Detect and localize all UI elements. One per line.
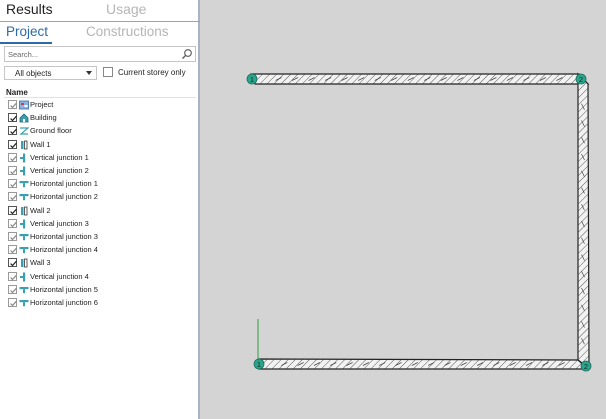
tree-item-checkbox[interactable] — [8, 113, 17, 123]
tree-item-checkbox[interactable] — [8, 166, 17, 175]
tree-item-label: Wall 2 — [30, 205, 51, 215]
node-label: 2 — [579, 75, 583, 84]
tree-item[interactable]: Vertical junction 3 — [6, 218, 196, 231]
object-filter-dropdown[interactable]: All objects — [4, 66, 97, 80]
vertical-junction-icon — [20, 166, 26, 176]
tree-item[interactable]: Vertical junction 4 — [6, 271, 196, 284]
tree-item[interactable]: Project — [6, 99, 196, 112]
tree-item-checkbox[interactable] — [8, 284, 17, 294]
tree-item-label: Wall 3 — [30, 258, 51, 268]
tree-item[interactable]: Vertical junction 2 — [6, 165, 196, 178]
building-icon — [19, 113, 29, 123]
horizontal-junction-icon — [19, 286, 29, 293]
tree-item-label: Horizontal junction 4 — [30, 245, 98, 255]
tree-item-label: Vertical junction 3 — [30, 218, 89, 228]
tree-item-label: Vertical junction 1 — [30, 152, 89, 162]
tree-item-checkbox[interactable] — [8, 298, 17, 307]
node-top-right[interactable]: 2 — [575, 73, 587, 85]
tree-item-label: Vertical junction 4 — [30, 271, 89, 281]
tree-item[interactable]: Wall 3 — [6, 257, 196, 270]
tree-item-checkbox[interactable] — [8, 232, 17, 241]
tree-item-label: Horizontal junction 3 — [30, 232, 98, 241]
tree-item-label: Horizontal junction 5 — [30, 284, 98, 294]
tree-item-label: Wall 1 — [30, 139, 51, 149]
tree-item[interactable]: Horizontal junction 4 — [6, 244, 196, 257]
node-label: 2 — [584, 362, 588, 371]
tree-item[interactable]: Ground floor — [6, 125, 196, 138]
tree-item[interactable]: Horizontal junction 5 — [6, 284, 196, 297]
horizontal-junction-icon — [19, 194, 29, 201]
tree-item-checkbox[interactable] — [8, 139, 17, 149]
filter-row: All objects Current storey only — [4, 66, 198, 80]
tab-project[interactable]: Project — [6, 24, 48, 39]
search-box — [4, 46, 196, 62]
horizontal-junction-icon — [19, 181, 29, 188]
tabs-divider — [0, 21, 200, 22]
wall-1[interactable] — [250, 73, 590, 85]
wall-icon — [21, 206, 28, 215]
node-bottom-right[interactable]: 2 — [580, 360, 592, 372]
vertical-junction-icon — [20, 153, 26, 163]
tree-item-checkbox[interactable] — [8, 205, 17, 215]
tree-item[interactable]: Building — [6, 112, 196, 125]
current-storey-label: Current storey only — [118, 68, 186, 77]
tree-item[interactable]: Wall 2 — [6, 205, 196, 218]
tree-item-label: Building — [30, 113, 57, 123]
search-input[interactable] — [8, 47, 178, 61]
wall-icon — [21, 258, 28, 268]
tab-constructions[interactable]: Constructions — [86, 24, 169, 39]
object-filter-value: All objects — [15, 69, 52, 78]
tree-item-checkbox[interactable] — [8, 271, 17, 281]
node-label: 1 — [257, 360, 261, 369]
tree-item-checkbox[interactable] — [8, 126, 17, 136]
project-icon — [19, 100, 29, 110]
tree-item[interactable]: Horizontal junction 6 — [6, 297, 196, 310]
wall-3[interactable] — [258, 358, 590, 370]
wall-2[interactable] — [577, 72, 590, 370]
tree-item-label: Horizontal junction 6 — [30, 298, 98, 307]
tree-item-checkbox[interactable] — [8, 152, 17, 162]
tree-item-label: Horizontal junction 2 — [30, 192, 98, 202]
vertical-junction-icon — [20, 219, 26, 229]
node-top-left[interactable]: 1 — [246, 73, 258, 85]
project-panel: Results Usage Project Constructions All … — [0, 0, 200, 419]
drawing-canvas[interactable]: 1 2 1 2 — [202, 0, 606, 419]
wall-icon — [21, 140, 28, 149]
floor-icon — [19, 127, 29, 135]
top-tabs: Results Usage — [0, 0, 200, 22]
vertical-junction-icon — [20, 272, 26, 282]
tree-item[interactable]: Vertical junction 1 — [6, 152, 196, 165]
tree-item[interactable]: Horizontal junction 3 — [6, 231, 196, 244]
tree-item-checkbox[interactable] — [8, 258, 17, 268]
tree-item-checkbox[interactable] — [8, 192, 17, 202]
search-icon[interactable] — [181, 48, 193, 60]
tree-item-label: Horizontal junction 1 — [30, 179, 98, 189]
node-bottom-left[interactable]: 1 — [253, 358, 265, 370]
tab-usage[interactable]: Usage — [106, 1, 146, 17]
tree-item-checkbox[interactable] — [8, 100, 17, 109]
horizontal-junction-icon — [19, 247, 29, 254]
tree-item-label: Vertical junction 2 — [30, 166, 89, 175]
current-storey-checkbox[interactable] — [103, 67, 113, 77]
tree-item[interactable]: Horizontal junction 1 — [6, 178, 196, 191]
canvas-background — [202, 0, 606, 419]
tree-header-divider — [4, 97, 196, 98]
tree-item-checkbox[interactable] — [8, 179, 17, 189]
tree-item-label: Project — [30, 100, 54, 109]
active-tab-indicator — [0, 42, 52, 44]
tree-item[interactable]: Horizontal junction 2 — [6, 191, 196, 204]
chevron-down-icon — [86, 71, 92, 75]
tab-results[interactable]: Results — [6, 1, 53, 17]
tree-item[interactable]: Wall 1 — [6, 139, 196, 152]
horizontal-junction-icon — [19, 300, 29, 307]
tree-item-label: Ground floor — [30, 126, 72, 136]
node-label: 1 — [250, 75, 254, 84]
tree-item-checkbox[interactable] — [8, 218, 17, 228]
horizontal-junction-icon — [19, 234, 29, 241]
tree-column-header: Name — [6, 88, 28, 97]
tree-item-checkbox[interactable] — [8, 245, 17, 255]
